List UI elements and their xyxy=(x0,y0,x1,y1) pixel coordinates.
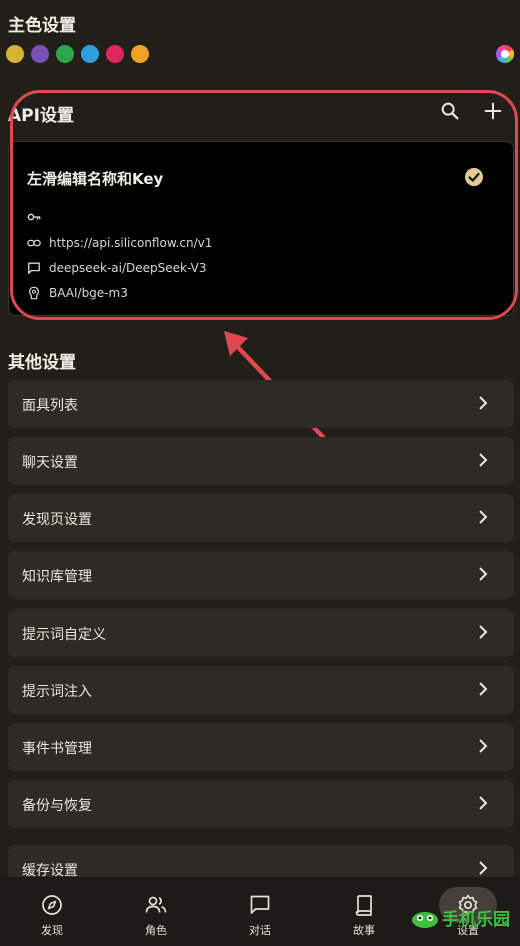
color-swatch-pink[interactable] xyxy=(106,45,124,63)
other-settings-title: 其他设置 xyxy=(8,353,76,373)
menu-item-prompt-custom[interactable]: 提示词自定义 xyxy=(8,609,514,657)
nav-tab-discover[interactable]: 发现 xyxy=(0,877,104,946)
nav-tab-settings[interactable]: 设置 xyxy=(416,877,520,946)
chevron-right-icon xyxy=(479,625,488,639)
api-url-row: https://api.siliconflow.cn/v1 xyxy=(27,236,212,250)
menu-item-label: 提示词自定义 xyxy=(22,627,106,643)
bottom-nav: 发现 角色 对话 故事 设置 xyxy=(0,877,520,946)
theme-color-title: 主色设置 xyxy=(8,16,76,36)
gear-icon xyxy=(458,894,478,916)
chevron-right-icon xyxy=(479,861,488,875)
nav-tab-label: 故事 xyxy=(353,924,375,937)
menu-item-backup-restore[interactable]: 备份与恢复 xyxy=(8,780,514,828)
nav-tab-label: 发现 xyxy=(41,924,63,937)
menu-item-label: 发现页设置 xyxy=(22,512,92,528)
brain-icon xyxy=(29,286,39,300)
api-key-row xyxy=(27,210,49,224)
nav-tab-label: 角色 xyxy=(145,924,167,937)
chevron-right-icon xyxy=(479,739,488,753)
nav-tab-label: 设置 xyxy=(457,924,479,937)
color-swatch-green[interactable] xyxy=(56,45,74,63)
menu-item-mask-list[interactable]: 面具列表 xyxy=(8,380,514,428)
menu-item-label: 事件书管理 xyxy=(22,741,92,757)
link-icon xyxy=(27,239,41,247)
api-settings-title: API设置 xyxy=(8,106,74,126)
plus-icon[interactable] xyxy=(482,100,504,122)
book-icon xyxy=(355,895,372,916)
chat-model-icon xyxy=(28,262,40,274)
menu-item-prompt-injection[interactable]: 提示词注入 xyxy=(8,666,514,714)
api-config-card[interactable]: 左滑编辑名称和Key https://api.siliconflow.cn/v1… xyxy=(8,141,514,316)
color-swatch-orange[interactable] xyxy=(131,45,149,63)
menu-item-label: 面具列表 xyxy=(22,398,78,414)
menu-item-label: 聊天设置 xyxy=(22,455,78,471)
chat-model-value: deepseek-ai/DeepSeek-V3 xyxy=(49,261,207,275)
embedding-model-row: BAAI/bge-m3 xyxy=(27,286,128,300)
chevron-right-icon xyxy=(479,396,488,410)
color-swatch-blue[interactable] xyxy=(81,45,99,63)
nav-tab-story[interactable]: 故事 xyxy=(312,877,416,946)
color-swatch-yellow[interactable] xyxy=(6,45,24,63)
chat-model-row: deepseek-ai/DeepSeek-V3 xyxy=(27,261,206,275)
color-swatch-purple[interactable] xyxy=(31,45,49,63)
nav-tab-chat[interactable]: 对话 xyxy=(208,877,312,946)
chevron-right-icon xyxy=(479,453,488,467)
menu-item-label: 备份与恢复 xyxy=(22,798,92,814)
nav-tab-characters[interactable]: 角色 xyxy=(104,877,208,946)
menu-item-event-book[interactable]: 事件书管理 xyxy=(8,723,514,771)
chat-bubble-icon xyxy=(250,895,270,914)
chevron-right-icon xyxy=(479,796,488,810)
embedding-model-value: BAAI/bge-m3 xyxy=(49,286,128,300)
api-url-value: https://api.siliconflow.cn/v1 xyxy=(49,236,213,250)
compass-icon xyxy=(42,895,62,915)
chevron-right-icon xyxy=(479,510,488,524)
people-icon xyxy=(145,896,167,913)
key-icon xyxy=(27,213,41,221)
nav-tab-label: 对话 xyxy=(249,924,271,937)
menu-item-discover-settings[interactable]: 发现页设置 xyxy=(8,494,514,542)
menu-item-label: 提示词注入 xyxy=(22,684,92,700)
selected-check-icon xyxy=(465,168,483,186)
chevron-right-icon xyxy=(479,567,488,581)
color-palette-icon[interactable] xyxy=(496,45,514,63)
menu-item-chat-settings[interactable]: 聊天设置 xyxy=(8,437,514,485)
menu-item-knowledge-base[interactable]: 知识库管理 xyxy=(8,551,514,599)
api-card-title: 左滑编辑名称和Key xyxy=(27,170,164,188)
menu-item-label: 知识库管理 xyxy=(22,569,92,585)
search-icon[interactable] xyxy=(439,100,461,122)
color-swatch-list xyxy=(6,45,149,63)
chevron-right-icon xyxy=(479,682,488,696)
